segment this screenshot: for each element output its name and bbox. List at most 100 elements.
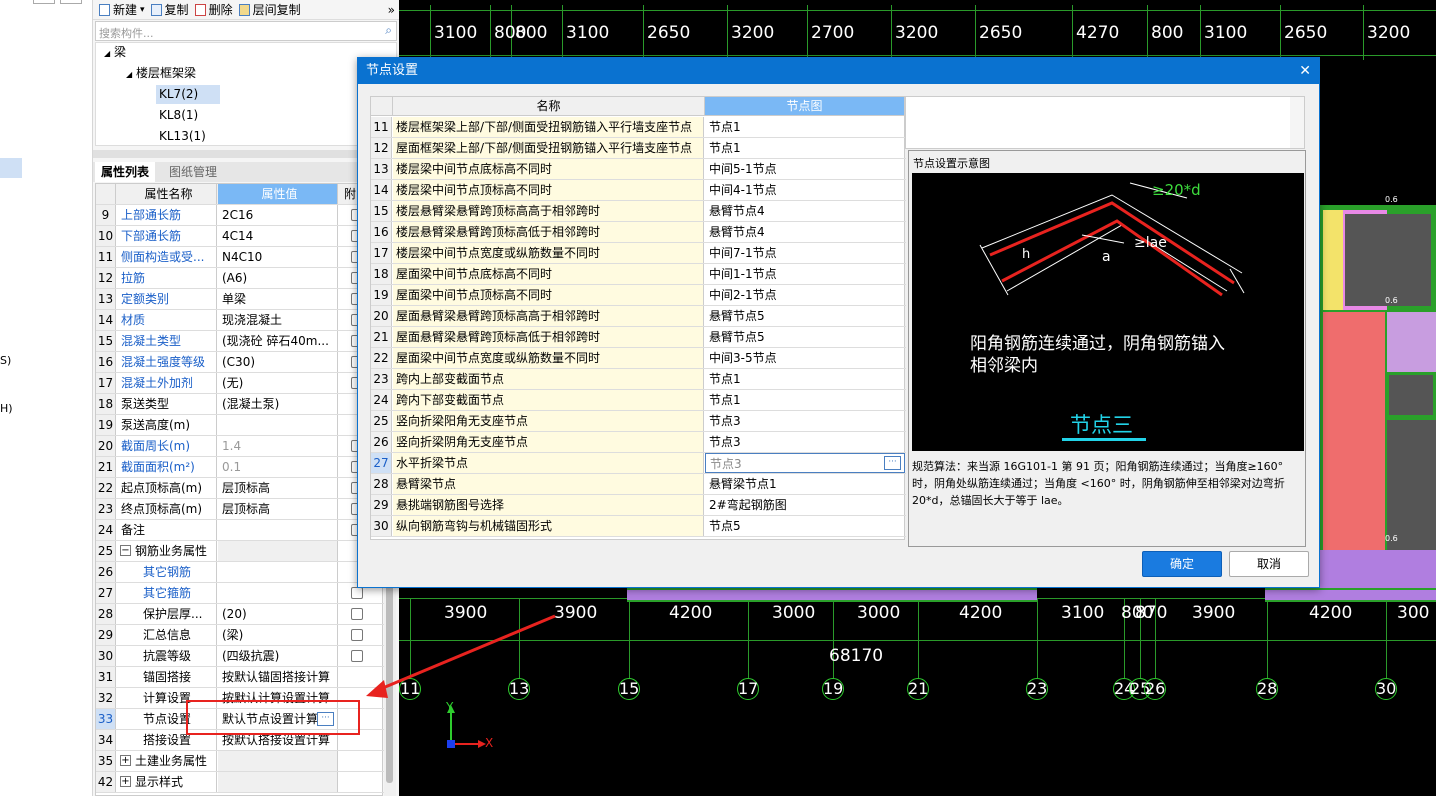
node-value[interactable]: 节点1 — [705, 390, 905, 410]
property-row[interactable]: 25 钢筋业务属性 − — [96, 541, 384, 562]
prop-value[interactable]: 层顶标高 — [218, 478, 338, 498]
prop-value[interactable]: (A6) — [218, 268, 338, 288]
node-value[interactable]: 悬臂节点5 — [705, 306, 905, 326]
property-row[interactable]: 22 起点顶标高(m) 层顶标高 — [96, 478, 384, 499]
expand-icon[interactable]: + — [120, 755, 131, 766]
node-value[interactable]: 中间1-1节点 — [705, 264, 905, 284]
close-icon[interactable]: ✕ — [1299, 58, 1311, 84]
node-row[interactable]: 12 屋面框架梁上部/下部/侧面受扭钢筋锚入平行墙支座节点 节点1 — [371, 138, 906, 159]
delete-button[interactable]: 删除 — [194, 1, 233, 18]
node-row[interactable]: 27 水平折梁节点 节点3 ··· — [371, 453, 906, 474]
property-row[interactable]: 17 混凝土外加剂 (无) — [96, 373, 384, 394]
node-row[interactable]: 15 楼层悬臂梁悬臂跨顶标高高于相邻跨时 悬臂节点4 — [371, 201, 906, 222]
ellipsis-button[interactable]: ··· — [884, 456, 901, 470]
tree-item-kl7[interactable]: KL7(2) — [156, 85, 220, 104]
new-button[interactable]: 新建 ▾ — [99, 1, 145, 18]
search-icon[interactable]: ⌕ — [385, 23, 392, 38]
prop-value[interactable]: 单梁 — [218, 289, 338, 309]
prop-value[interactable] — [218, 415, 338, 435]
node-value[interactable]: 中间4-1节点 — [705, 180, 905, 200]
node-value[interactable]: 节点3 ··· — [705, 453, 905, 473]
property-row[interactable]: 20 截面周长(m) 1.4 — [96, 436, 384, 457]
property-row[interactable]: 16 混凝土强度等级 (C30) — [96, 352, 384, 373]
expand-icon[interactable]: − — [120, 545, 131, 556]
prop-value[interactable]: 4C14 — [218, 226, 338, 246]
scrollbar[interactable] — [1290, 97, 1304, 148]
prop-value[interactable] — [218, 751, 338, 771]
cancel-button[interactable]: 取消 — [1229, 551, 1309, 577]
property-row[interactable]: 9 上部通长筋 2C16 — [96, 205, 384, 226]
prop-value[interactable]: (C30) — [218, 352, 338, 372]
node-row[interactable]: 30 纵向钢筋弯钩与机械锚固形式 节点5 — [371, 516, 906, 537]
prop-value[interactable]: 2C16 — [218, 205, 338, 225]
node-row[interactable]: 20 屋面悬臂梁悬臂跨顶标高高于相邻跨时 悬臂节点5 — [371, 306, 906, 327]
node-value[interactable]: 悬臂节点4 — [705, 222, 905, 242]
ok-button[interactable]: 确定 — [1142, 551, 1222, 577]
node-row[interactable]: 11 楼层框架梁上部/下部/侧面受扭钢筋锚入平行墙支座节点 节点1 — [371, 117, 906, 138]
property-row[interactable]: 11 侧面构造或受... N4C10 — [96, 247, 384, 268]
tab-property-list[interactable]: 属性列表 — [95, 162, 156, 182]
node-row[interactable]: 16 楼层悬臂梁悬臂跨顶标高低于相邻跨时 悬臂节点4 — [371, 222, 906, 243]
attach-checkbox[interactable] — [351, 587, 363, 599]
property-row[interactable]: 18 泵送类型 (混凝土泵) — [96, 394, 384, 415]
property-row[interactable]: 15 混凝土类型 (现浇砼 碎石40m... — [96, 331, 384, 352]
node-value[interactable]: 悬臂节点5 — [705, 327, 905, 347]
strip-button[interactable] — [60, 0, 82, 4]
prop-value[interactable]: 层顶标高 — [218, 499, 338, 519]
prop-value[interactable]: (混凝土泵) — [218, 394, 338, 414]
property-row[interactable]: 26 其它钢筋 — [96, 562, 384, 583]
prop-value[interactable]: (无) — [218, 373, 338, 393]
prop-value[interactable]: 现浇混凝土 — [218, 310, 338, 330]
node-value[interactable]: 悬臂梁节点1 — [705, 474, 905, 494]
node-value[interactable]: 中间3-5节点 — [705, 348, 905, 368]
prop-value[interactable] — [218, 772, 338, 792]
node-row[interactable]: 25 竖向折梁阳角无支座节点 节点3 — [371, 411, 906, 432]
node-value[interactable]: 节点1 — [705, 138, 905, 158]
property-row[interactable]: 14 材质 现浇混凝土 — [96, 310, 384, 331]
property-row[interactable]: 21 截面面积(m²) 0.1 — [96, 457, 384, 478]
node-row[interactable]: 21 屋面悬臂梁悬臂跨顶标高低于相邻跨时 悬臂节点5 — [371, 327, 906, 348]
property-row[interactable]: 24 备注 — [96, 520, 384, 541]
collapse-icon[interactable]: ◢ — [104, 49, 110, 58]
splitter[interactable] — [93, 150, 399, 158]
prop-value[interactable] — [218, 541, 338, 561]
strip-button[interactable] — [33, 0, 55, 4]
node-value[interactable]: 中间5-1节点 — [705, 159, 905, 179]
node-row[interactable]: 22 屋面梁中间节点宽度或纵筋数量不同时 中间3-5节点 — [371, 348, 906, 369]
node-row[interactable]: 24 跨内下部变截面节点 节点1 — [371, 390, 906, 411]
search-field[interactable]: 搜索构件... ⌕ — [95, 21, 397, 41]
prop-value[interactable]: 1.4 — [218, 436, 338, 456]
copy-button[interactable]: 复制 — [150, 1, 189, 18]
property-row[interactable]: 42 显示样式 + — [96, 772, 384, 793]
collapse-icon[interactable]: ◢ — [126, 70, 132, 79]
property-row[interactable]: 12 拉筋 (A6) — [96, 268, 384, 289]
tree-item-kl13[interactable]: KL13(1) — [156, 127, 206, 146]
node-row[interactable]: 23 跨内上部变截面节点 节点1 — [371, 369, 906, 390]
prop-value[interactable]: N4C10 — [218, 247, 338, 267]
node-value[interactable]: 悬臂节点4 — [705, 201, 905, 221]
prop-value[interactable]: (现浇砼 碎石40m... — [218, 331, 338, 351]
expand-icon[interactable]: + — [120, 776, 131, 787]
node-value[interactable]: 节点3 — [705, 432, 905, 452]
property-row[interactable]: 10 下部通长筋 4C14 — [96, 226, 384, 247]
node-value[interactable]: 中间7-1节点 — [705, 243, 905, 263]
node-row[interactable]: 19 屋面梁中间节点顶标高不同时 中间2-1节点 — [371, 285, 906, 306]
node-value[interactable]: 2#弯起钢筋图 — [705, 495, 905, 515]
node-value[interactable]: 节点1 — [705, 117, 905, 137]
node-row[interactable]: 29 悬挑端钢筋图号选择 2#弯起钢筋图 — [371, 495, 906, 516]
node-value[interactable]: 节点1 — [705, 369, 905, 389]
node-value[interactable]: 中间2-1节点 — [705, 285, 905, 305]
more-button[interactable]: » — [388, 3, 395, 17]
prop-value[interactable]: 0.1 — [218, 457, 338, 477]
node-row[interactable]: 14 楼层梁中间节点顶标高不同时 中间4-1节点 — [371, 180, 906, 201]
tab-drawing-manager[interactable]: 图纸管理 — [163, 162, 223, 182]
node-value[interactable]: 节点5 — [705, 516, 905, 536]
property-row[interactable]: 35 土建业务属性 + — [96, 751, 384, 772]
node-row[interactable]: 26 竖向折梁阴角无支座节点 节点3 — [371, 432, 906, 453]
node-row[interactable]: 13 楼层梁中间节点底标高不同时 中间5-1节点 — [371, 159, 906, 180]
floor-copy-button[interactable]: 层间复制 — [238, 1, 301, 18]
prop-value[interactable] — [218, 562, 338, 582]
strip-selected-item[interactable] — [0, 158, 22, 178]
tree-node-beam[interactable]: ◢ 梁 — [104, 43, 126, 62]
property-row[interactable]: 19 泵送高度(m) — [96, 415, 384, 436]
